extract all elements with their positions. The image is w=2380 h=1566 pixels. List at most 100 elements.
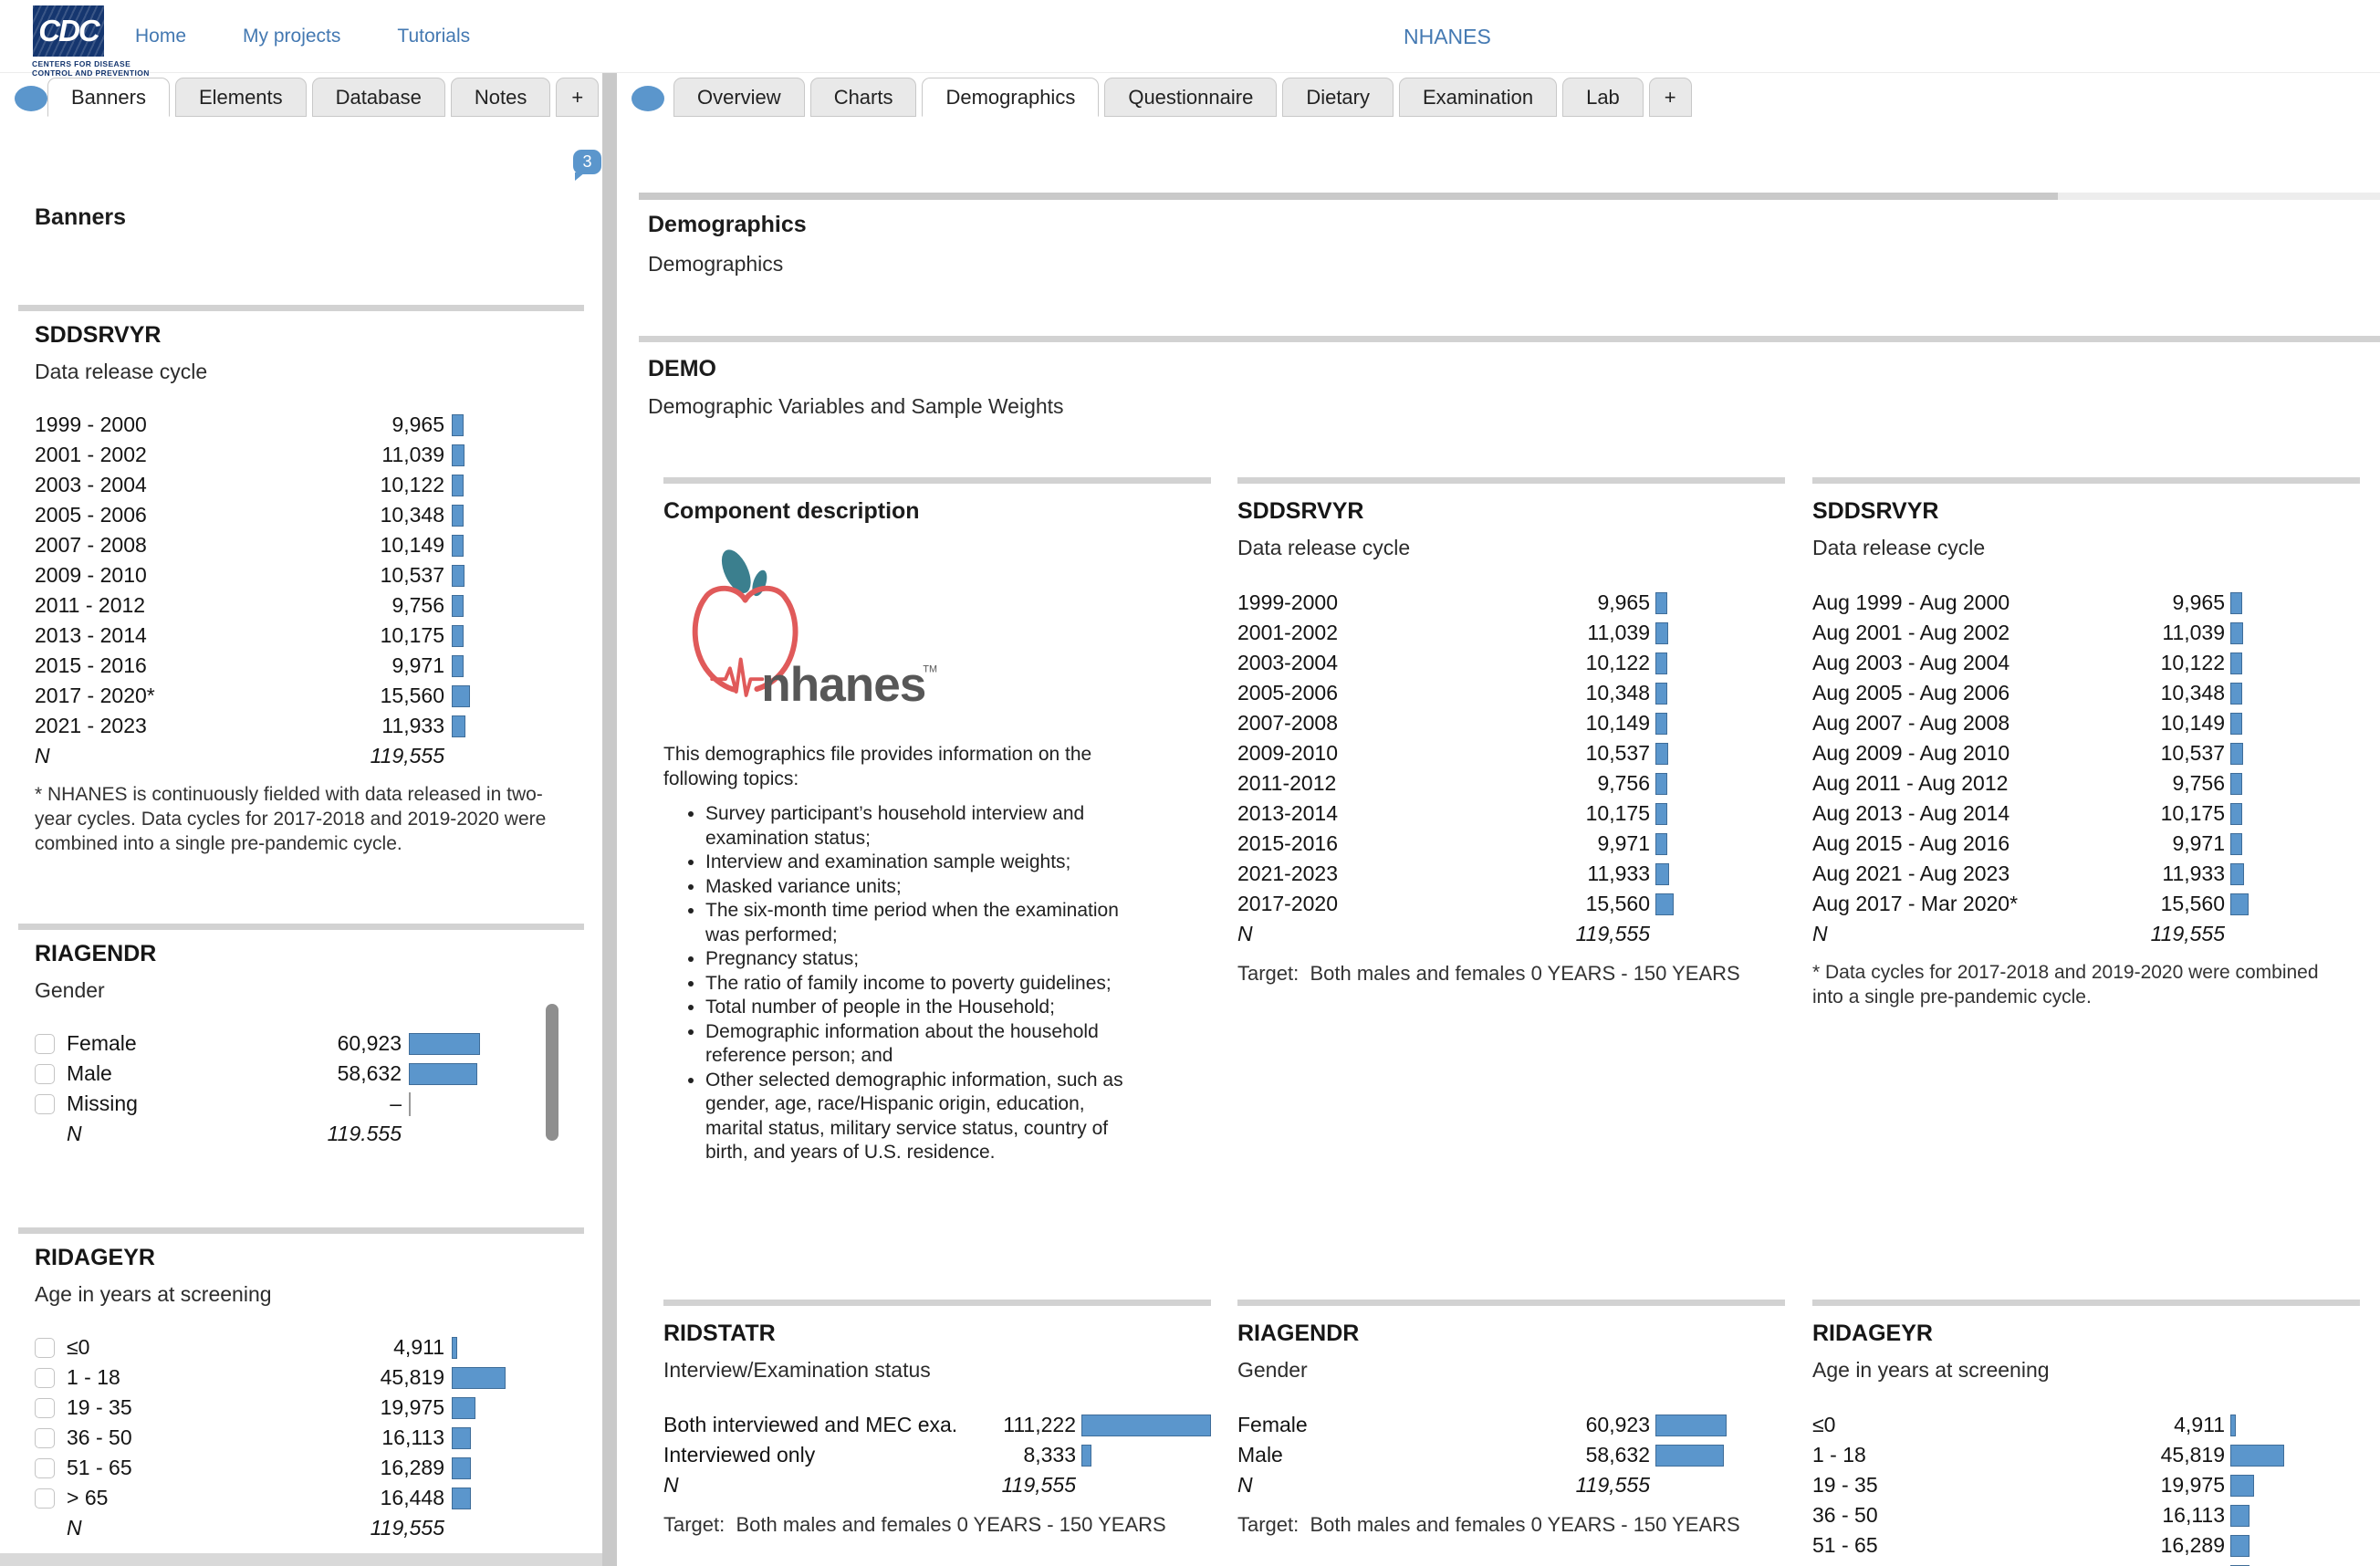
top-nav: Home My projects Tutorials [135, 0, 470, 73]
row-label: 19 - 35 [1812, 1473, 2106, 1498]
checkbox[interactable] [35, 1368, 55, 1388]
row-label: Aug 2005 - Aug 2006 [1812, 681, 2106, 705]
row-label: N [67, 1122, 283, 1146]
nhanes-logo: nhanes TM [669, 545, 1211, 727]
main-panel-horizontal-scrollbar-thumb[interactable] [639, 193, 2058, 200]
tab-elements[interactable]: Elements [175, 78, 307, 117]
tab-database[interactable]: Database [312, 78, 445, 117]
nav-link-home[interactable]: Home [135, 26, 186, 47]
tab-overview[interactable]: Overview [673, 78, 805, 117]
divider [18, 305, 584, 311]
value-bar [1655, 622, 1668, 644]
bar-cell [1650, 592, 1785, 614]
nav-link-tutorials[interactable]: Tutorials [397, 26, 470, 47]
tab-charts[interactable]: Charts [810, 78, 917, 117]
list-item: The ratio of family income to poverty gu… [705, 972, 1124, 997]
value-bar [452, 715, 465, 737]
data-row: 2001-200211,039 [1237, 618, 1785, 648]
data-row: 2021-202311,933 [1237, 859, 1785, 889]
value-bar [1655, 713, 1667, 735]
data-row: Male58,632 [1237, 1440, 1785, 1470]
bar-cell [2225, 683, 2360, 705]
card-riagendr: RIAGENDR Gender Female60,923Male58,632N1… [1237, 1300, 1785, 1537]
zero-bar-tick [409, 1092, 411, 1116]
tab-lab[interactable]: Lab [1562, 78, 1644, 117]
banner-section-riagendr: RIAGENDR Gender Female60,923Male58,632Mi… [35, 940, 584, 1149]
left-panel-indicator-dot [15, 86, 47, 111]
main-panel-indicator-dot [632, 86, 664, 111]
row-value: 45,819 [326, 1365, 444, 1390]
tab-dietary[interactable]: Dietary [1282, 78, 1394, 117]
row-value: 16,113 [326, 1425, 444, 1450]
row-label: ≤0 [67, 1335, 326, 1360]
row-label: 2005-2006 [1237, 681, 1531, 705]
row-value: 19,975 [2106, 1473, 2225, 1498]
row-value: 9,965 [2106, 590, 2225, 615]
checkbox[interactable] [35, 1338, 55, 1358]
tab-demographics[interactable]: Demographics [922, 78, 1099, 117]
data-row: 1999-20009,965 [1237, 588, 1785, 618]
tab-notes[interactable]: Notes [451, 78, 550, 117]
divider [1812, 1300, 2360, 1306]
data-row: Aug 2015 - Aug 20169,971 [1812, 829, 2360, 859]
divider [639, 336, 2380, 342]
checkbox[interactable] [35, 1458, 55, 1478]
data-row: 51 - 6516,289 [35, 1453, 584, 1483]
bar-cell [2225, 893, 2360, 915]
row-label: 19 - 35 [67, 1395, 326, 1420]
banner-section-ridageyr: RIDAGEYR Age in years at screening ≤04,9… [35, 1244, 584, 1543]
bar-cell [2225, 622, 2360, 644]
row-value: 10,122 [326, 473, 444, 497]
panel-divider-scrollbar[interactable] [602, 73, 617, 1566]
tab-banners[interactable]: Banners [47, 78, 170, 117]
checkbox[interactable] [35, 1428, 55, 1448]
tab-questionnaire[interactable]: Questionnaire [1104, 78, 1277, 117]
tab-examination[interactable]: Examination [1399, 78, 1557, 117]
value-bar [1655, 683, 1667, 705]
checkbox[interactable] [35, 1064, 55, 1084]
value-bar [2230, 1505, 2250, 1527]
value-bar [1655, 893, 1674, 915]
nav-link-my-projects[interactable]: My projects [243, 26, 340, 47]
checkbox[interactable] [35, 1398, 55, 1418]
cdc-logo[interactable]: CDC [33, 5, 104, 57]
variable-label: Data release cycle [35, 361, 584, 382]
variable-code: SDDSRVYR [35, 321, 584, 349]
row-value: 8,333 [957, 1443, 1076, 1467]
row-value: 15,560 [2106, 892, 2225, 916]
value-bar [452, 655, 464, 677]
row-label: 1 - 18 [1812, 1443, 2106, 1467]
bar-cell [2225, 803, 2360, 825]
data-row: Female60,923 [35, 1028, 584, 1059]
row-value: 15,560 [326, 684, 444, 708]
value-bar [409, 1033, 480, 1055]
checkbox[interactable] [35, 1488, 55, 1509]
checkbox[interactable] [35, 1094, 55, 1114]
bar-cell [2225, 1475, 2360, 1497]
bar-cell [2225, 1535, 2360, 1557]
notification-badge[interactable]: 3 [573, 150, 601, 174]
app-window: CDC CENTERS FOR DISEASE CONTROL AND PREV… [0, 0, 2380, 1566]
checkbox[interactable] [35, 1034, 55, 1054]
value-bar [2230, 622, 2243, 644]
variable-label: Gender [35, 980, 584, 1001]
row-value: 10,149 [1531, 711, 1650, 736]
bar-cell [1076, 1445, 1211, 1467]
tab-add[interactable]: + [1649, 78, 1692, 117]
value-rows: Aug 1999 - Aug 20009,965Aug 2001 - Aug 2… [1812, 588, 2360, 949]
row-label: 1999 - 2000 [35, 412, 326, 437]
left-panel-horizontal-scrollbar[interactable] [0, 1553, 602, 1566]
row-value: 58,632 [283, 1061, 402, 1086]
row-value: 10,122 [2106, 651, 2225, 675]
value-bar [452, 535, 464, 557]
data-row: Aug 2013 - Aug 201410,175 [1812, 799, 2360, 829]
divider [18, 1227, 584, 1234]
divider [18, 924, 584, 930]
data-row: 2009-201010,537 [1237, 738, 1785, 768]
card-sddsrvyr-aug: SDDSRVYR Data release cycle Aug 1999 - A… [1812, 477, 2360, 1009]
tab-add[interactable]: + [556, 78, 599, 117]
row-label: Aug 2003 - Aug 2004 [1812, 651, 2106, 675]
divider [663, 477, 1211, 484]
row-label: 2009-2010 [1237, 741, 1531, 766]
variable-label: Data release cycle [1237, 538, 1785, 559]
